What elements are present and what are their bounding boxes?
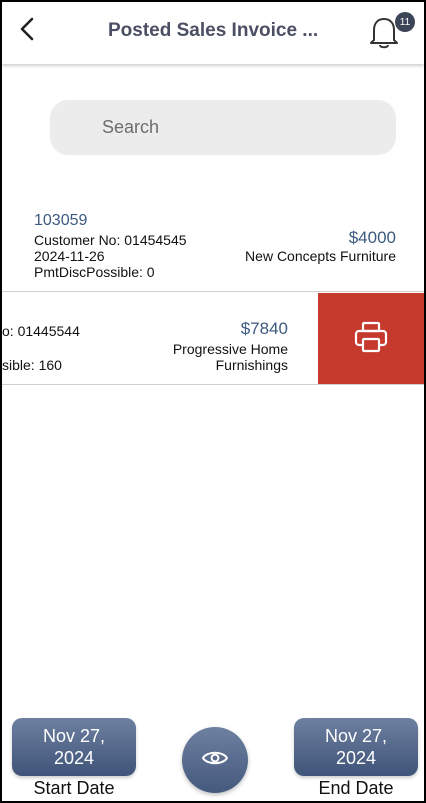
end-date-year: 2024 [335, 748, 377, 768]
customer-name-line2: Furnishings [215, 357, 288, 373]
notification-count-badge: 11 [395, 12, 415, 32]
printer-icon [354, 321, 388, 358]
end-date-button[interactable]: Nov 27, 2024 [294, 718, 418, 776]
invoice-number: 103059 [34, 212, 88, 229]
pmt-disc-possible: PmtDiscPossible: 0 [34, 264, 155, 280]
app-header: Posted Sales Invoice ... 11 [2, 2, 424, 64]
start-date-month-day: Nov 27, [42, 726, 106, 746]
eye-icon [201, 749, 229, 772]
customer-number: o: 01445544 [2, 323, 80, 339]
pmt-disc-possible: sible: 160 [2, 357, 62, 373]
start-date-button[interactable]: Nov 27, 2024 [12, 718, 136, 776]
invoice-date: 2024-11-26 [34, 248, 105, 264]
invoice-amount: $4000 [348, 228, 396, 247]
customer-name-line1: Progressive Home [172, 341, 288, 357]
search-input[interactable] [50, 100, 396, 155]
bell-icon [366, 18, 402, 54]
invoice-amount: $7840 [240, 319, 288, 338]
page-title: Posted Sales Invoice ... [108, 20, 319, 41]
chevron-left-icon [18, 16, 36, 47]
view-button[interactable] [182, 727, 248, 793]
customer-name: New Concepts Furniture [245, 248, 396, 264]
end-date-month-day: Nov 27, [324, 726, 388, 746]
print-button[interactable] [318, 293, 424, 384]
search-box [50, 100, 396, 155]
start-date-label: Start Date [33, 778, 115, 798]
back-button[interactable] [12, 16, 42, 46]
list-item[interactable]: o: 01445544 sible: 160 $7840 Progressive… [2, 293, 424, 385]
list-item[interactable]: 103059 Customer No: 01454545 2024-11-26 … [2, 202, 424, 292]
app-screen: Posted Sales Invoice ... 11 103059 Custo… [0, 0, 426, 803]
end-date-label: End Date [318, 778, 394, 798]
start-date-year: 2024 [53, 748, 95, 768]
customer-number: Customer No: 01454545 [34, 232, 187, 248]
